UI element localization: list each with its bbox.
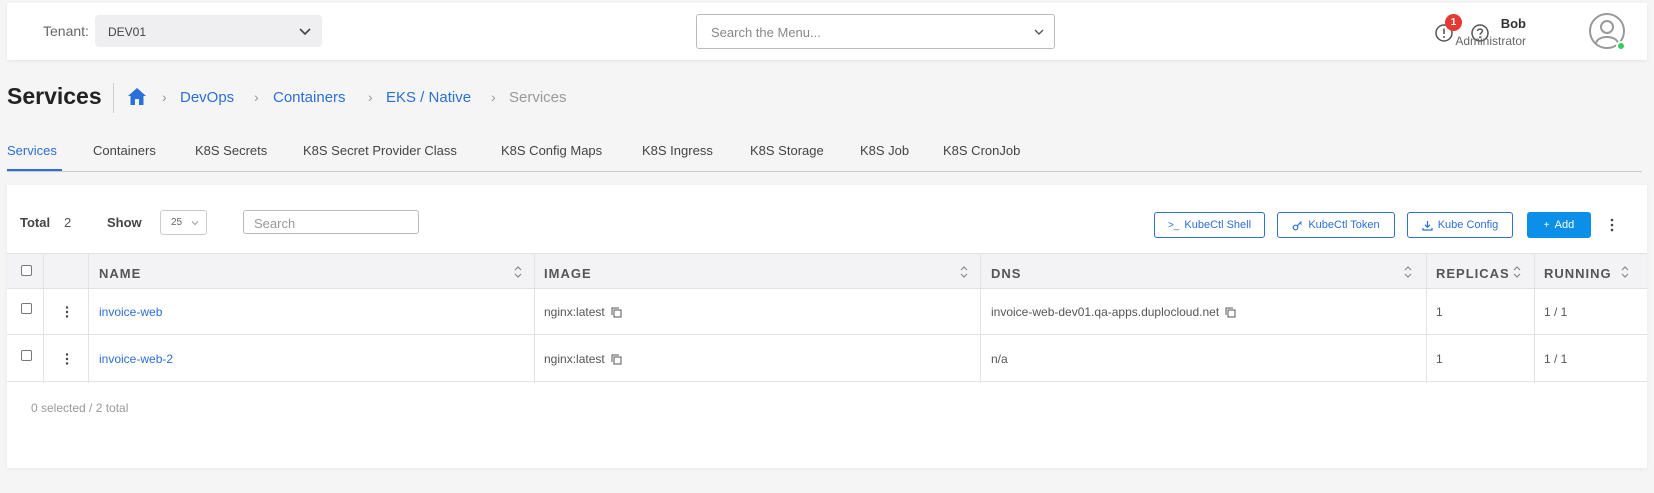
tab-containers[interactable]: Containers xyxy=(93,143,156,158)
copy-icon[interactable] xyxy=(611,354,622,365)
table-row[interactable]: invoice-web-2 nginx:latest n/a 1 1 / 1 xyxy=(7,336,1647,382)
kubectl-token-button[interactable]: KubeCtl Token xyxy=(1277,212,1395,238)
tab-k8s-job[interactable]: K8S Job xyxy=(860,143,909,158)
table-header: NAME IMAGE DNS REPLICAS RUNNING xyxy=(7,253,1647,289)
title-divider xyxy=(113,83,114,113)
table-row[interactable]: invoice-web nginx:latest invoice-web-dev… xyxy=(7,289,1647,335)
image-cell: nginx:latest xyxy=(544,352,622,366)
home-icon[interactable] xyxy=(127,87,147,106)
more-vertical-icon[interactable] xyxy=(65,306,69,318)
active-tab-indicator xyxy=(7,169,62,171)
select-all-checkbox[interactable] xyxy=(21,265,32,276)
running-cell: 1 / 1 xyxy=(1544,305,1568,319)
breadcrumb-separator: › xyxy=(368,89,373,105)
menu-search-placeholder: Search the Menu... xyxy=(711,25,821,40)
online-status-dot xyxy=(1616,41,1626,51)
breadcrumb-eks-native[interactable]: EKS / Native xyxy=(386,89,471,106)
tab-k8s-secrets[interactable]: K8S Secrets xyxy=(195,143,267,158)
kube-config-label: Kube Config xyxy=(1437,219,1499,231)
image-value: nginx:latest xyxy=(544,352,605,366)
tab-k8s-storage[interactable]: K8S Storage xyxy=(750,143,824,158)
page-size-value: 25 xyxy=(171,217,183,228)
sort-icon[interactable] xyxy=(960,265,968,279)
image-value: nginx:latest xyxy=(544,305,605,319)
breadcrumb-devops[interactable]: DevOps xyxy=(180,89,234,106)
key-icon xyxy=(1292,220,1303,230)
chevron-down-icon xyxy=(299,28,311,36)
service-name-link[interactable]: invoice-web-2 xyxy=(99,352,173,366)
user-name[interactable]: Bob xyxy=(1501,16,1526,31)
column-header-name[interactable]: NAME xyxy=(99,266,141,281)
image-cell: nginx:latest xyxy=(544,305,622,319)
copy-icon[interactable] xyxy=(1225,307,1236,318)
row-checkbox[interactable] xyxy=(21,350,32,361)
download-icon xyxy=(1422,220,1433,231)
tab-bar: Services Containers K8S Secrets K8S Secr… xyxy=(7,140,1642,172)
tab-k8s-cronjob[interactable]: K8S CronJob xyxy=(943,143,1020,158)
alert-count-badge: 1 xyxy=(1445,14,1462,31)
kubectl-token-label: KubeCtl Token xyxy=(1308,219,1380,231)
tab-k8s-ingress[interactable]: K8S Ingress xyxy=(642,143,713,158)
copy-icon[interactable] xyxy=(611,307,622,318)
menu-search-select[interactable]: Search the Menu... xyxy=(696,14,1055,49)
add-label: Add xyxy=(1554,219,1575,231)
dns-cell: n/a xyxy=(991,352,1008,366)
breadcrumb-containers[interactable]: Containers xyxy=(273,89,346,106)
add-button[interactable]: + Add xyxy=(1527,212,1591,238)
table-search-placeholder: Search xyxy=(254,216,296,231)
running-cell: 1 / 1 xyxy=(1544,352,1568,366)
kubectl-shell-button[interactable]: >_ KubeCtl Shell xyxy=(1154,212,1265,238)
plus-icon: + xyxy=(1543,219,1550,231)
tenant-label: Tenant: xyxy=(43,23,89,39)
page-title: Services xyxy=(7,83,102,109)
breadcrumb-separator: › xyxy=(162,89,167,105)
replicas-cell: 1 xyxy=(1436,305,1443,319)
terminal-icon: >_ xyxy=(1167,219,1180,231)
more-vertical-icon[interactable] xyxy=(65,353,69,365)
breadcrumb-separator: › xyxy=(254,89,259,105)
dns-value: invoice-web-dev01.qa-apps.duplocloud.net xyxy=(991,305,1220,319)
kube-config-button[interactable]: Kube Config xyxy=(1407,212,1513,238)
sort-icon[interactable] xyxy=(1513,265,1521,279)
sort-icon[interactable] xyxy=(1404,265,1412,279)
tenant-select[interactable]: DEV01 xyxy=(95,15,322,47)
dns-cell: invoice-web-dev01.qa-apps.duplocloud.net xyxy=(991,305,1236,319)
column-header-replicas[interactable]: REPLICAS xyxy=(1436,266,1510,281)
sort-icon[interactable] xyxy=(1621,265,1629,279)
page-size-select[interactable]: 25 xyxy=(160,210,207,235)
replicas-cell: 1 xyxy=(1436,352,1443,366)
kubectl-shell-label: KubeCtl Shell xyxy=(1184,219,1252,231)
row-checkbox[interactable] xyxy=(21,303,32,314)
column-header-image[interactable]: IMAGE xyxy=(544,266,592,281)
chevron-down-icon xyxy=(1034,29,1044,35)
tab-k8s-config-maps[interactable]: K8S Config Maps xyxy=(501,143,602,158)
show-label: Show xyxy=(107,215,142,230)
services-card: Total 2 Show 25 Search >_ KubeCtl Shell … xyxy=(7,185,1647,468)
tab-k8s-secret-provider-class[interactable]: K8S Secret Provider Class xyxy=(303,143,457,158)
more-vertical-icon[interactable] xyxy=(1610,218,1614,232)
selection-summary: 0 selected / 2 total xyxy=(31,401,129,415)
table-search-input[interactable]: Search xyxy=(243,210,419,234)
breadcrumb-separator: › xyxy=(491,89,496,105)
total-label: Total xyxy=(20,215,51,230)
user-role: Administrator xyxy=(1455,34,1526,48)
total-value: 2 xyxy=(64,215,72,230)
tenant-value: DEV01 xyxy=(108,25,147,39)
column-header-dns[interactable]: DNS xyxy=(991,266,1021,281)
service-name-link[interactable]: invoice-web xyxy=(99,305,162,319)
chevron-down-icon xyxy=(191,221,199,226)
top-bar: Tenant: DEV01 Search the Menu... 1 Bob A… xyxy=(7,3,1647,60)
tab-services[interactable]: Services xyxy=(7,143,57,158)
column-header-running[interactable]: RUNNING xyxy=(1544,266,1612,281)
breadcrumb-current: Services xyxy=(509,89,567,106)
sort-icon[interactable] xyxy=(514,265,522,279)
